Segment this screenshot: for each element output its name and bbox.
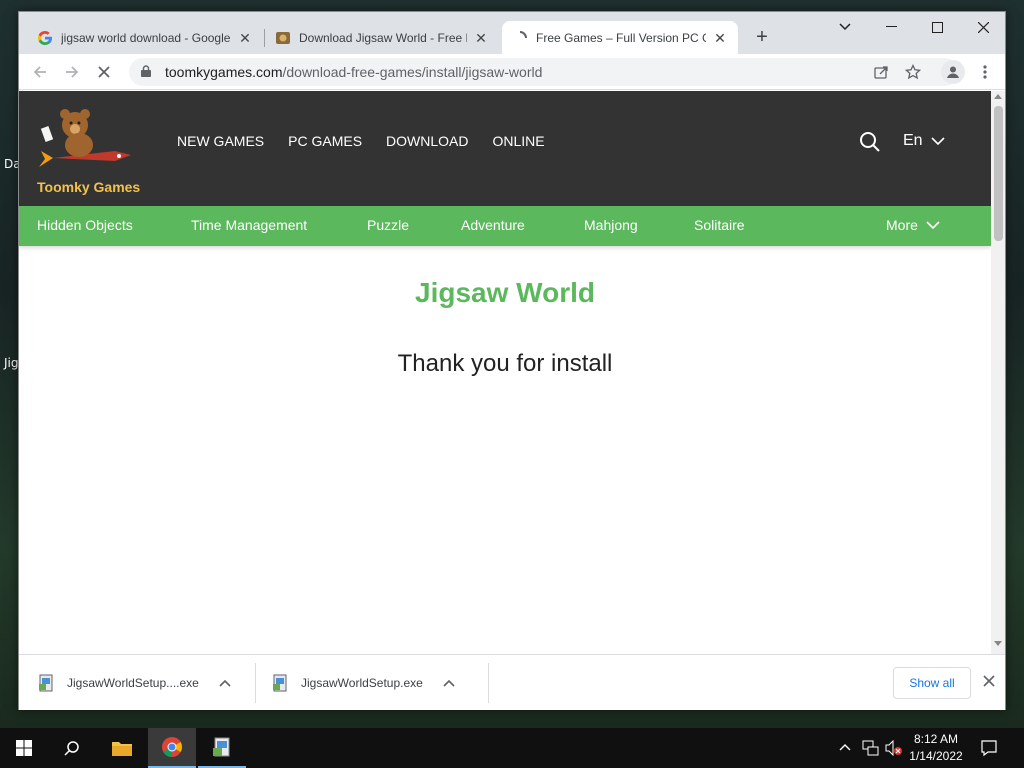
category-hidden-objects[interactable]: Hidden Objects xyxy=(37,217,133,233)
language-selector[interactable]: En xyxy=(903,132,945,150)
category-bar: Hidden Objects Time Management Puzzle Ad… xyxy=(19,206,991,246)
browser-toolbar: toomkygames.com/download-free-games/inst… xyxy=(19,54,1005,90)
tab-title: jigsaw world download - Google xyxy=(61,30,231,45)
menu-kebab-icon[interactable] xyxy=(973,60,997,84)
volume-muted-icon[interactable] xyxy=(885,739,903,761)
maximize-button[interactable] xyxy=(914,12,960,42)
category-puzzle[interactable]: Puzzle xyxy=(367,217,409,233)
network-icon[interactable] xyxy=(862,740,880,761)
close-download-shelf-icon[interactable] xyxy=(977,671,1001,695)
close-tab-icon[interactable]: ✕ xyxy=(712,30,728,46)
browser-window: jigsaw world download - Google ✕ Downloa… xyxy=(18,11,1006,710)
desktop-icon-label[interactable]: Jig xyxy=(4,356,19,370)
installer-taskbar-icon[interactable] xyxy=(198,728,246,768)
site-logo-text[interactable]: Toomky Games xyxy=(37,179,140,195)
forward-button[interactable] xyxy=(60,60,84,84)
category-more[interactable]: More xyxy=(886,217,940,233)
thank-you-message: Thank you for install xyxy=(397,350,613,377)
back-button[interactable] xyxy=(28,60,52,84)
tab-title: Free Games – Full Version PC Ga xyxy=(536,30,706,45)
chrome-icon[interactable] xyxy=(148,728,196,768)
scroll-down-arrow-icon[interactable] xyxy=(994,641,1002,646)
share-icon[interactable] xyxy=(869,60,893,84)
show-all-downloads-button[interactable]: Show all xyxy=(893,667,971,699)
category-time-management[interactable]: Time Management xyxy=(191,217,307,233)
system-clock[interactable]: 8:12 AM 1/14/2022 xyxy=(906,731,966,765)
address-bar[interactable]: toomkygames.com/download-free-games/inst… xyxy=(129,58,959,86)
clock-date: 1/14/2022 xyxy=(909,749,963,763)
profile-avatar[interactable] xyxy=(941,60,965,84)
category-mahjong[interactable]: Mahjong xyxy=(584,217,638,233)
show-hidden-icons-chevron[interactable] xyxy=(838,740,852,759)
page-scrollbar[interactable] xyxy=(991,91,1005,654)
installer-file-icon xyxy=(273,674,287,692)
clock-time: 8:12 AM xyxy=(913,732,959,746)
more-label: More xyxy=(886,217,918,233)
chevron-up-icon[interactable] xyxy=(443,679,455,687)
download-divider xyxy=(255,663,256,703)
scroll-up-arrow-icon[interactable] xyxy=(994,94,1002,99)
main-nav: NEW GAMES PC GAMES DOWNLOAD ONLINE xyxy=(177,133,569,149)
page-title: Jigsaw World xyxy=(415,277,595,308)
nav-pc-games[interactable]: PC GAMES xyxy=(288,133,362,149)
stop-loading-button[interactable] xyxy=(92,60,116,84)
taskbar: 8:12 AM 1/14/2022 xyxy=(0,728,1024,768)
notification-center-icon[interactable] xyxy=(980,739,998,762)
file-explorer-icon[interactable] xyxy=(98,728,146,768)
close-tab-icon[interactable]: ✕ xyxy=(473,30,489,46)
download-filename: JigsawWorldSetup.exe xyxy=(301,676,423,690)
category-adventure[interactable]: Adventure xyxy=(461,217,525,233)
download-item[interactable]: JigsawWorldSetup.exe xyxy=(271,663,481,703)
installer-file-icon xyxy=(39,674,53,692)
search-icon[interactable] xyxy=(48,728,96,768)
download-filename: JigsawWorldSetup....exe xyxy=(67,676,199,690)
url-path: /download-free-games/install/jigsaw-worl… xyxy=(282,64,543,80)
url-host: toomkygames.com xyxy=(165,64,283,80)
chevron-down-icon xyxy=(931,137,945,145)
download-shelf: JigsawWorldSetup....exe JigsawWorldSetup… xyxy=(19,654,1005,710)
tab-strip: jigsaw world download - Google ✕ Downloa… xyxy=(19,12,1005,54)
lock-icon[interactable] xyxy=(141,64,155,80)
search-icon[interactable] xyxy=(859,131,881,158)
windows-start-icon[interactable] xyxy=(0,728,48,768)
loading-icon xyxy=(512,30,528,46)
site-header: Toomky Games NEW GAMES PC GAMES DOWNLOAD… xyxy=(19,91,991,206)
category-solitaire[interactable]: Solitaire xyxy=(694,217,745,233)
site-logo[interactable] xyxy=(35,103,135,181)
bookmark-star-icon[interactable] xyxy=(901,60,925,84)
tab-title: Download Jigsaw World - Free P xyxy=(299,30,467,45)
tab-search-icon[interactable] xyxy=(822,12,868,42)
close-tab-icon[interactable]: ✕ xyxy=(237,30,253,46)
scroll-thumb[interactable] xyxy=(994,106,1003,241)
tab-free-games[interactable]: Free Games – Full Version PC Ga ✕ xyxy=(502,21,738,54)
chevron-down-icon xyxy=(926,221,940,229)
download-item[interactable]: JigsawWorldSetup....exe xyxy=(37,663,249,703)
chevron-up-icon[interactable] xyxy=(219,679,231,687)
nav-online[interactable]: ONLINE xyxy=(492,133,544,149)
tab-google-search[interactable]: jigsaw world download - Google ✕ xyxy=(27,21,263,54)
page-viewport: Toomky Games NEW GAMES PC GAMES DOWNLOAD… xyxy=(19,91,991,654)
google-g-icon xyxy=(37,30,53,46)
new-tab-button[interactable]: + xyxy=(750,26,774,50)
close-window-button[interactable] xyxy=(960,12,1006,42)
download-divider xyxy=(488,663,489,703)
minimize-button[interactable] xyxy=(868,12,914,42)
site-favicon xyxy=(275,30,291,46)
tab-download-jigsaw[interactable]: Download Jigsaw World - Free P ✕ xyxy=(265,21,499,54)
nav-download[interactable]: DOWNLOAD xyxy=(386,133,468,149)
language-label: En xyxy=(903,132,923,149)
nav-new-games[interactable]: NEW GAMES xyxy=(177,133,264,149)
